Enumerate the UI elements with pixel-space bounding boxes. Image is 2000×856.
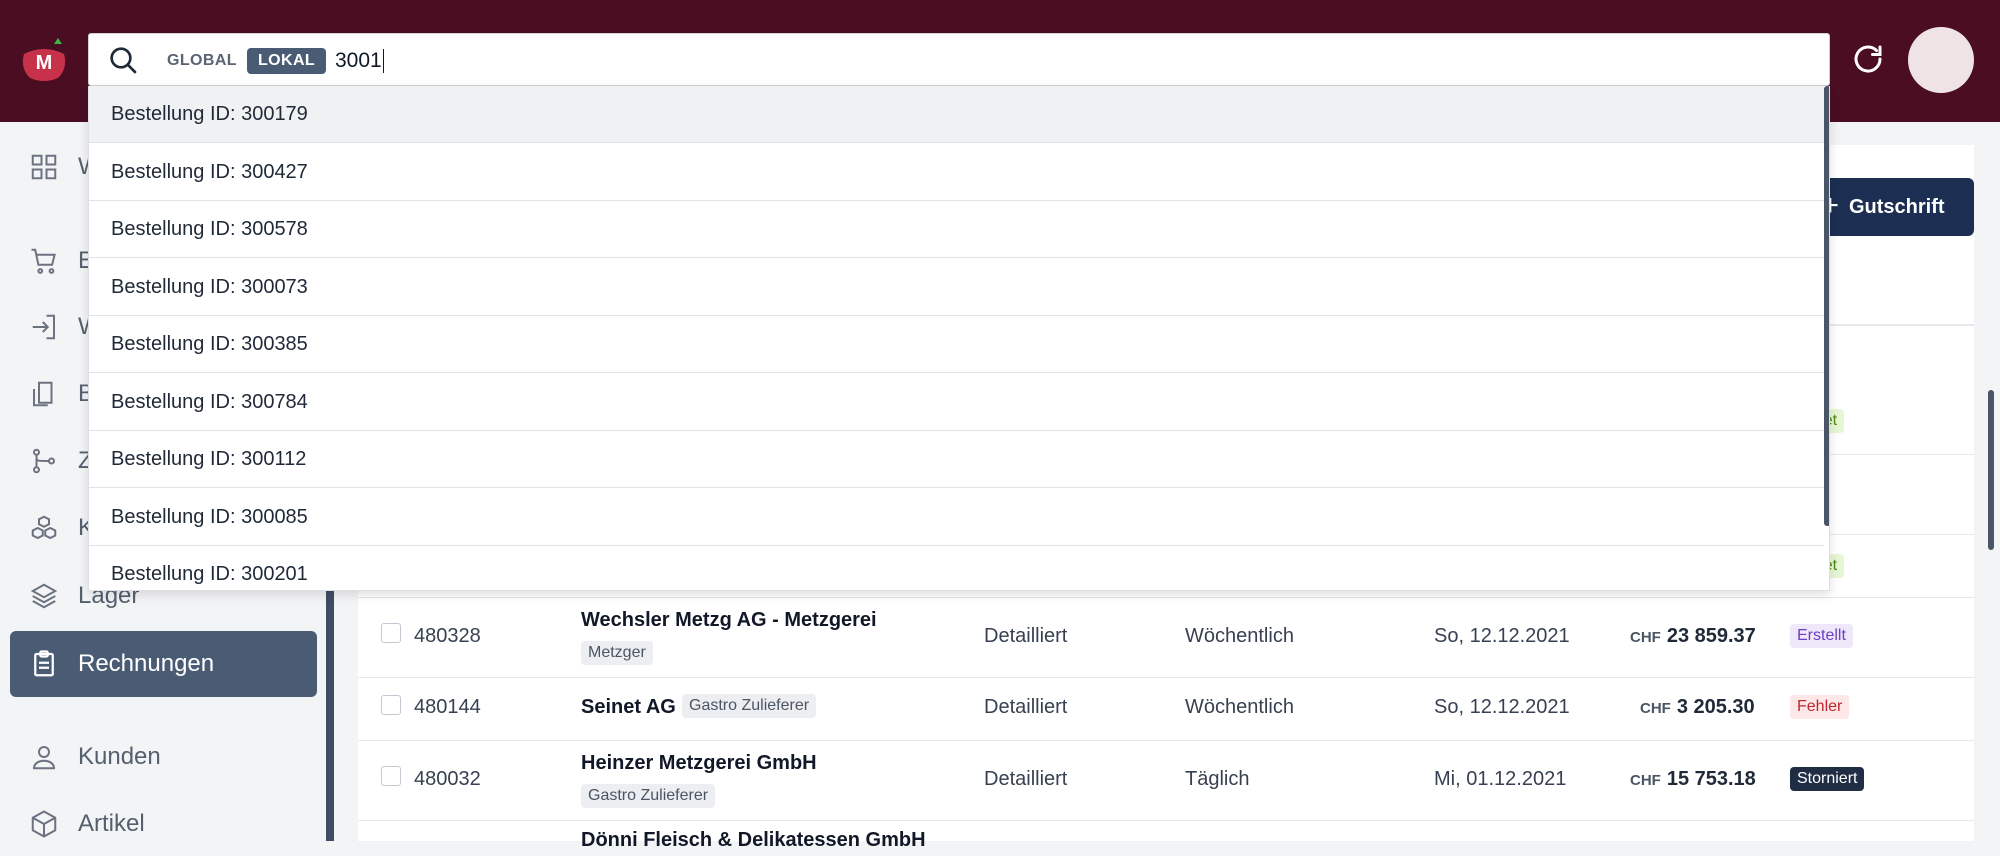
row-checkbox[interactable] xyxy=(381,623,401,643)
scope-local-toggle[interactable]: LOKAL xyxy=(247,48,327,74)
row-checkbox[interactable] xyxy=(381,695,401,715)
sidebar-item-artikel[interactable]: Artikel xyxy=(10,792,317,856)
search-result-item[interactable]: Bestellung ID: 300427 xyxy=(89,144,1824,201)
invoice-interval: Wöchentlich xyxy=(1185,625,1294,647)
table-row[interactable]: 480032 Heinzer Metzgerei GmbH Gastro Zul… xyxy=(358,740,1974,821)
search-result-item[interactable]: Bestellung ID: 300179 xyxy=(89,86,1824,143)
status-badge: Storniert xyxy=(1790,767,1865,791)
layers-icon xyxy=(28,580,60,612)
invoice-id[interactable]: 480032 xyxy=(414,768,481,791)
sidebar-item-label: Kunden xyxy=(78,743,161,770)
invoice-date: So, 12.12.2021 xyxy=(1434,625,1570,647)
search-result-item[interactable]: Bestellung ID: 300085 xyxy=(89,489,1824,546)
sidebar-item-label: Rechnungen xyxy=(78,650,215,677)
sidebar-item-rechnungen[interactable]: Rechnungen xyxy=(10,631,317,697)
search-bar[interactable]: GLOBAL LOKAL 3001 xyxy=(88,33,1830,86)
login-icon xyxy=(28,311,60,343)
table-row[interactable]: 480328 Wechsler Metzg AG - Metzgerei Met… xyxy=(358,597,1974,678)
invoice-amount: CHF 3 205.30 xyxy=(1640,696,1755,718)
dropdown-scrollbar[interactable] xyxy=(1824,86,1829,526)
row-checkbox[interactable] xyxy=(381,766,401,786)
invoice-date: So, 12.12.2021 xyxy=(1434,696,1570,718)
app-logo-icon[interactable]: M xyxy=(18,38,70,84)
page-scrollbar[interactable] xyxy=(1988,390,1994,550)
invoice-date: Mi, 01.12.2021 xyxy=(1434,768,1567,790)
invoice-amount: CHF 23 859.37 xyxy=(1630,625,1756,647)
invoice-id[interactable]: 480328 xyxy=(414,625,481,648)
customer-name[interactable]: Wechsler Metzg AG - Metzgerei xyxy=(581,609,877,632)
gutschrift-label: Gutschrift xyxy=(1848,195,1945,218)
search-result-item[interactable]: Bestellung ID: 300073 xyxy=(89,259,1824,316)
search-icon[interactable] xyxy=(107,44,139,76)
search-input[interactable]: 3001 xyxy=(335,34,384,87)
status-badge: Fehler xyxy=(1790,695,1850,719)
search-result-item[interactable]: Bestellung ID: 300784 xyxy=(89,374,1824,431)
user-avatar[interactable] xyxy=(1908,27,1974,93)
clipboard-icon xyxy=(28,648,60,680)
cart-icon xyxy=(28,245,60,277)
customer-name[interactable]: Heinzer Metzgerei GmbH xyxy=(581,752,817,775)
invoice-type: Detailliert xyxy=(984,625,1068,647)
sidebar-item-label: Artikel xyxy=(78,810,145,837)
customer-tag: Gastro Zulieferer xyxy=(581,783,716,808)
customer-name[interactable]: Seinet AG xyxy=(581,696,676,719)
search-result-item[interactable]: Bestellung ID: 300112 xyxy=(89,431,1824,488)
package-icon xyxy=(28,808,60,840)
search-results-dropdown: Bestellung ID: 300179 Bestellung ID: 300… xyxy=(88,86,1830,591)
branch-icon xyxy=(28,445,60,477)
document-icon xyxy=(28,378,60,410)
invoice-amount: CHF 15 753.18 xyxy=(1630,768,1756,790)
user-icon xyxy=(28,741,60,773)
invoice-interval: Täglich xyxy=(1185,768,1250,790)
customer-tag: Metzger xyxy=(581,640,653,665)
invoice-type: Detailliert xyxy=(984,768,1068,790)
invoice-id[interactable]: 480144 xyxy=(414,696,481,719)
invoice-interval: Wöchentlich xyxy=(1185,696,1294,718)
boxes-icon xyxy=(28,512,60,544)
svg-text:M: M xyxy=(36,52,53,74)
search-result-item[interactable]: Bestellung ID: 300385 xyxy=(89,316,1824,373)
refresh-icon[interactable] xyxy=(1850,41,1886,77)
invoice-type: Detailliert xyxy=(984,696,1068,718)
search-result-item[interactable]: Bestellung ID: 300201 xyxy=(89,546,1824,590)
status-badge: Erstellt xyxy=(1790,624,1853,648)
grid-icon xyxy=(28,151,60,183)
scope-global-toggle[interactable]: GLOBAL xyxy=(167,34,237,87)
table-row[interactable]: 480144 Seinet AG Gastro Zulieferer Detai… xyxy=(358,677,1974,741)
search-result-item[interactable]: Bestellung ID: 300578 xyxy=(89,201,1824,258)
sidebar-item-kunden[interactable]: Kunden xyxy=(10,725,317,789)
customer-tag: Gastro Zulieferer xyxy=(682,693,817,718)
